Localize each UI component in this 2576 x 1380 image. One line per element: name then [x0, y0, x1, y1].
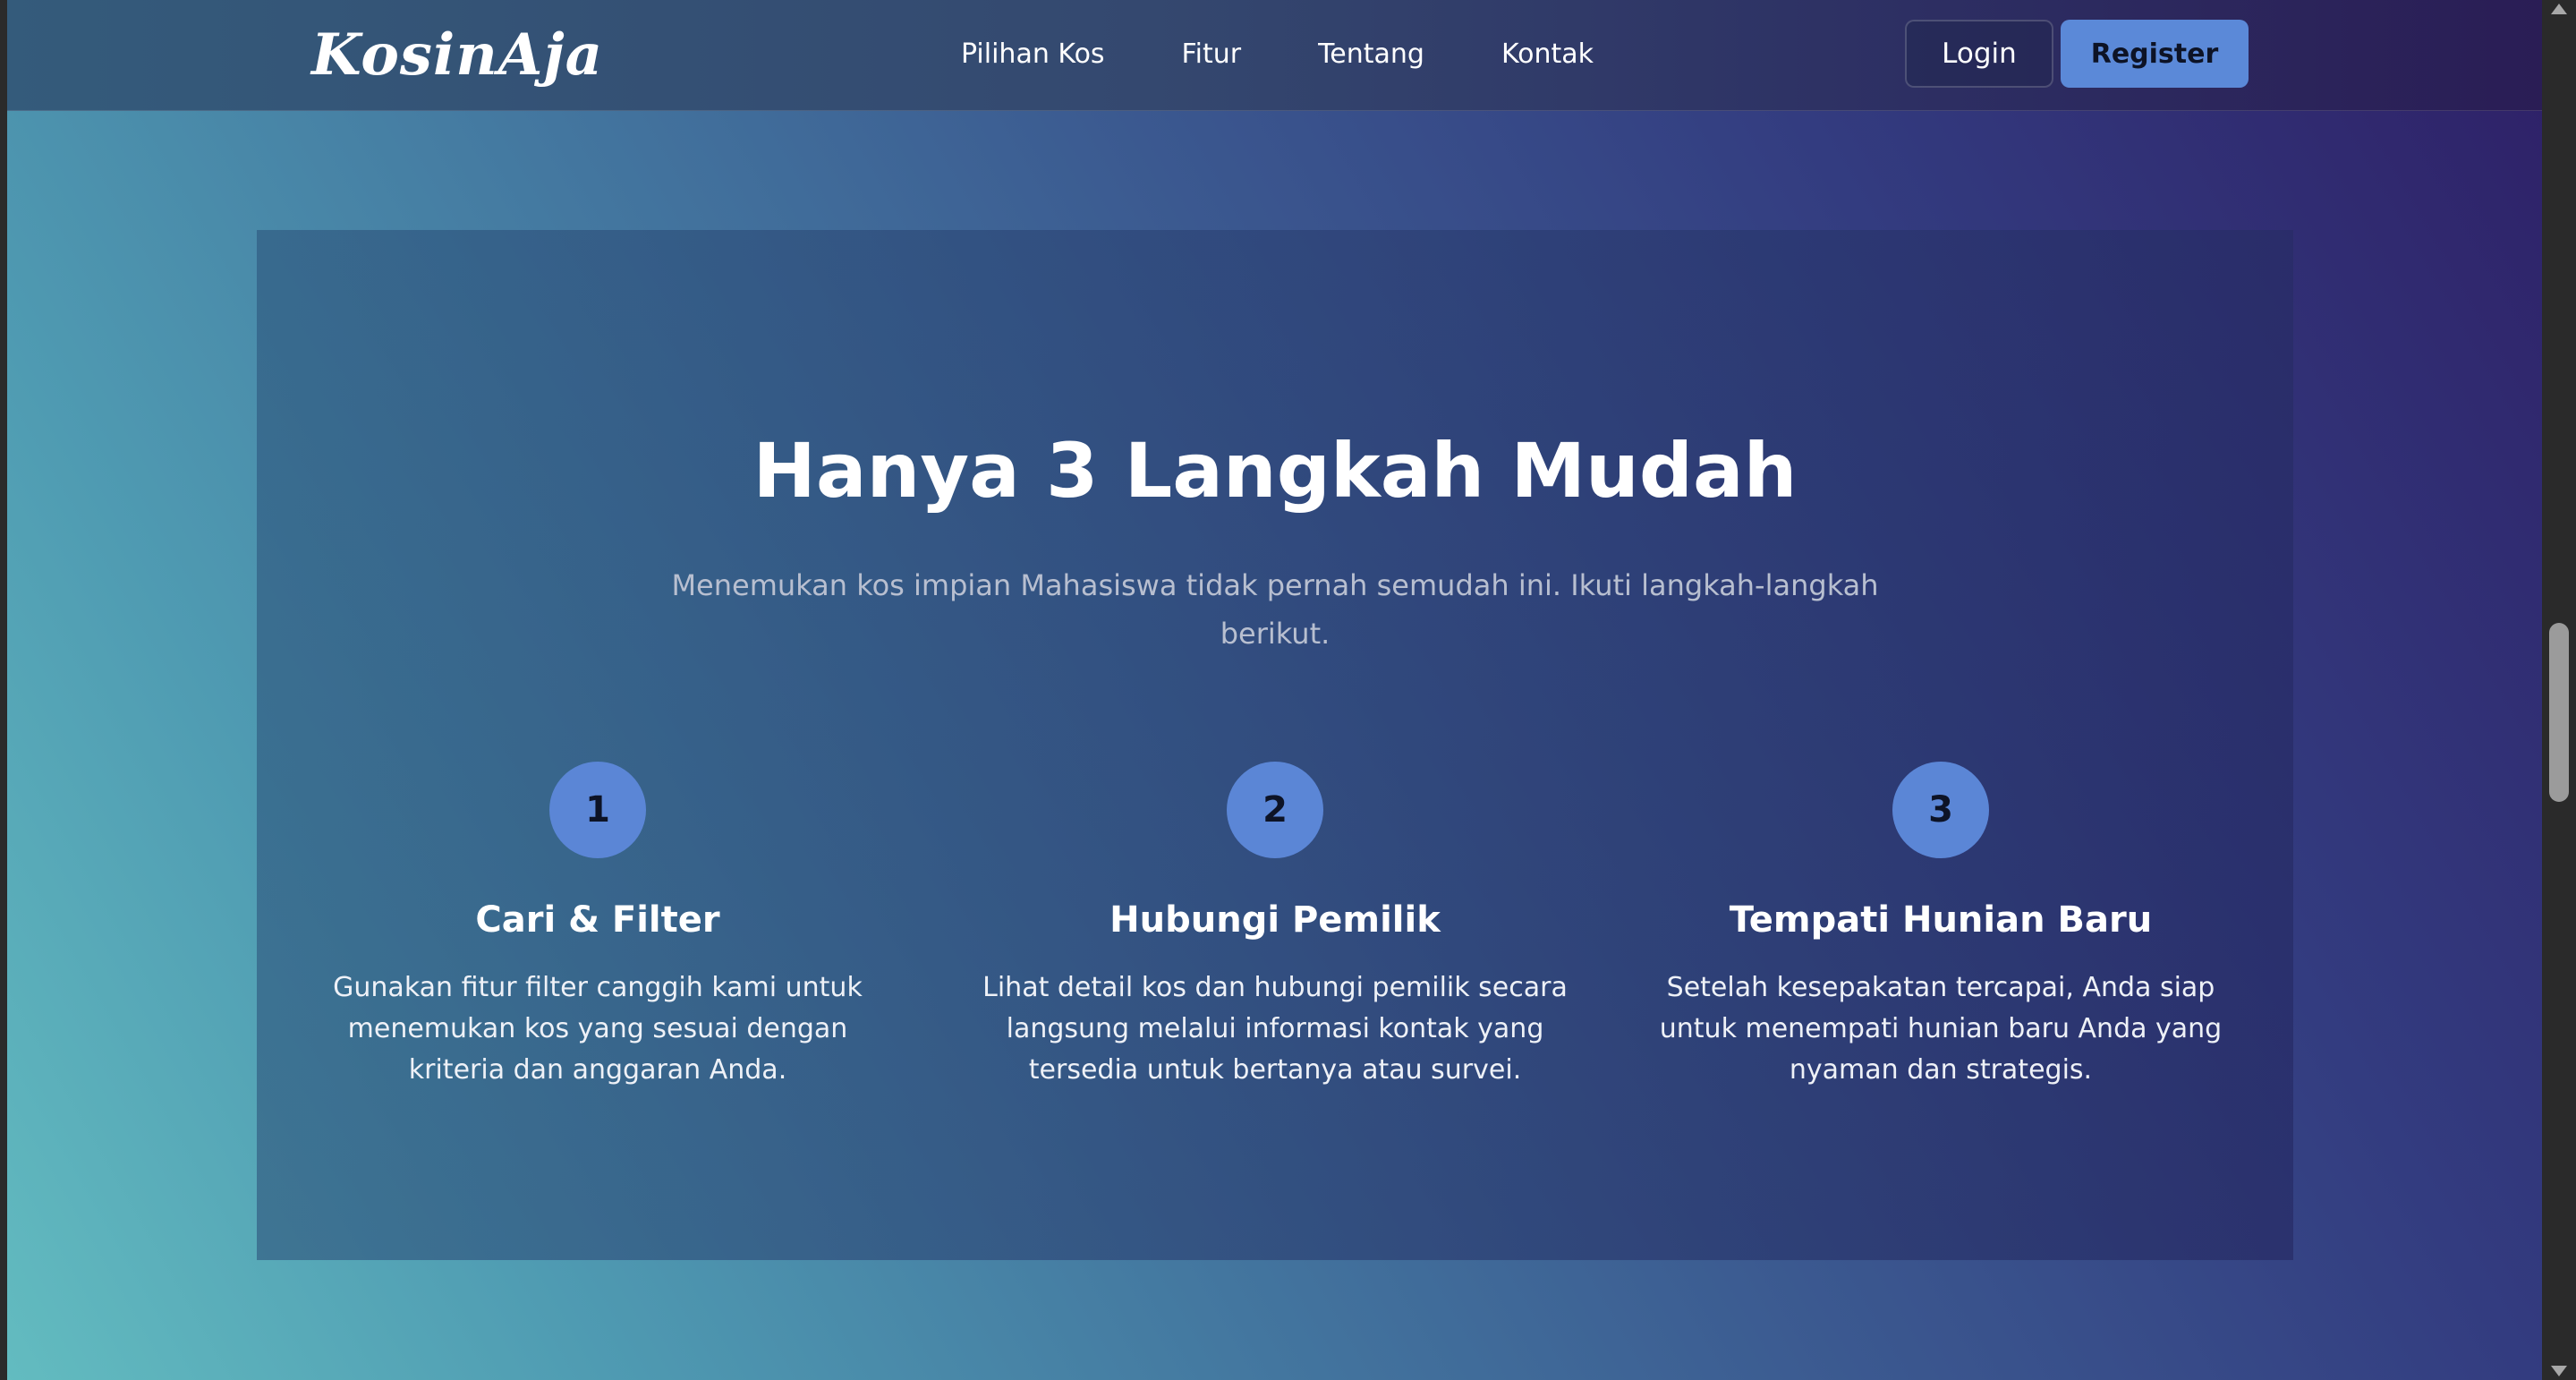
scrollbar-thumb[interactable]	[2549, 623, 2569, 802]
step-card-2: 2 Hubungi Pemilik Lihat detail kos dan h…	[962, 762, 1588, 1091]
nav-link-fitur[interactable]: Fitur	[1182, 38, 1242, 70]
step-card-1: 1 Cari & Filter Gunakan fitur filter can…	[285, 762, 911, 1091]
register-button[interactable]: Register	[2061, 20, 2249, 88]
nav-links: Pilihan Kos Fitur Tentang Kontak	[961, 27, 1594, 81]
nav-link-tentang[interactable]: Tentang	[1318, 38, 1424, 70]
step-description: Setelah kesepakatan tercapai, Anda siap …	[1659, 972, 2223, 1086]
step-description: Lihat detail kos dan hubungi pemilik sec…	[982, 972, 1568, 1086]
vertical-scrollbar[interactable]	[2542, 0, 2576, 1380]
window-left-edge	[0, 0, 7, 1380]
step-number-badge: 3	[1892, 762, 1989, 858]
nav-link-pilihan-kos[interactable]: Pilihan Kos	[961, 38, 1105, 70]
scroll-up-icon[interactable]	[2551, 4, 2567, 14]
scroll-down-icon[interactable]	[2551, 1366, 2567, 1376]
section-subtitle: Menemukan kos impian Mahasiswa tidak per…	[671, 568, 1879, 651]
steps-section: Hanya 3 Langkah Mudah Menemukan kos impi…	[257, 230, 2293, 1260]
step-card-3: 3 Tempati Hunian Baru Setelah kesepakata…	[1628, 762, 2254, 1091]
section-title: Hanya 3 Langkah Mudah	[752, 427, 1798, 515]
step-number-badge: 1	[549, 762, 646, 858]
navbar: KosinAja Pilihan Kos Fitur Tentang Konta…	[7, 0, 2542, 111]
login-button[interactable]: Login	[1905, 20, 2053, 88]
step-description: Gunakan fitur filter canggih kami untuk …	[333, 972, 863, 1086]
nav-link-kontak[interactable]: Kontak	[1501, 38, 1594, 70]
brand-logo[interactable]: KosinAja	[311, 20, 603, 91]
step-number-badge: 2	[1227, 762, 1323, 858]
step-title: Hubungi Pemilik	[1109, 899, 1441, 941]
step-title: Tempati Hunian Baru	[1729, 899, 2153, 941]
step-title: Cari & Filter	[475, 899, 720, 941]
